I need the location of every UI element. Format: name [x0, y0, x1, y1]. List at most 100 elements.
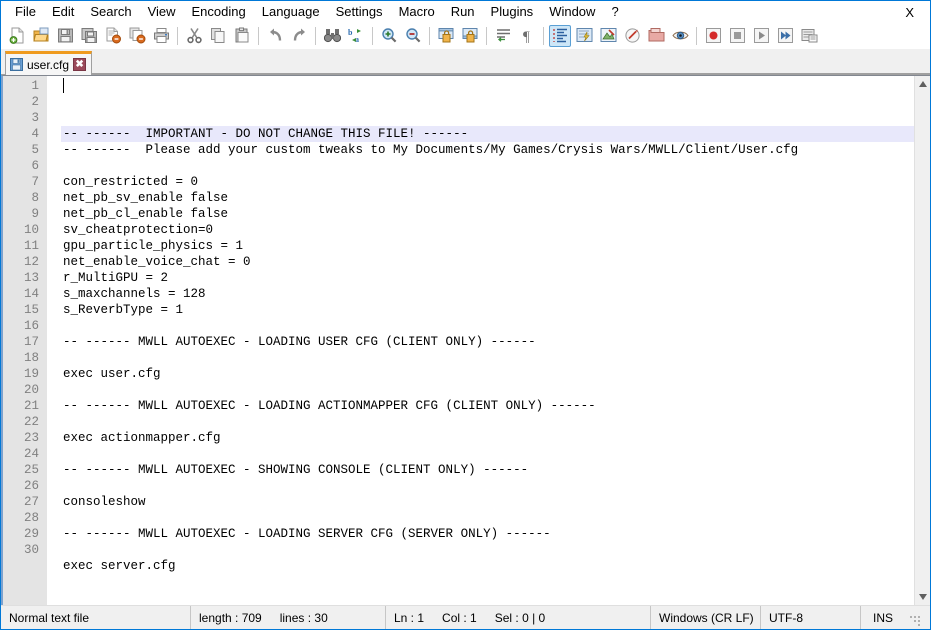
code-line[interactable]: net_enable_voice_chat = 0	[61, 254, 914, 270]
menu-item-settings[interactable]: Settings	[328, 2, 391, 22]
tab-close-icon[interactable]: ✖	[73, 58, 87, 71]
code-line[interactable]: gpu_particle_physics = 1	[61, 238, 914, 254]
code-line[interactable]: ​	[61, 350, 914, 366]
undo-button[interactable]	[264, 25, 286, 47]
document-map-button[interactable]	[621, 25, 643, 47]
scroll-up-arrow-icon[interactable]	[915, 76, 930, 92]
zoom-out-button[interactable]	[402, 25, 424, 47]
menu-item-file[interactable]: File	[7, 2, 44, 22]
code-line[interactable]: ​	[61, 382, 914, 398]
save-floppy-icon	[10, 58, 23, 71]
play-macro-button[interactable]	[750, 25, 772, 47]
new-file-button[interactable]	[6, 25, 28, 47]
code-line[interactable]: ​	[61, 590, 914, 605]
sync-horizontal-scroll-button[interactable]	[459, 25, 481, 47]
menu-item-edit[interactable]: Edit	[44, 2, 82, 22]
fold-margin[interactable]	[47, 76, 61, 605]
show-all-characters-button[interactable]	[549, 24, 571, 47]
scrollbar-track[interactable]	[915, 92, 930, 589]
menu-item-language[interactable]: Language	[254, 2, 328, 22]
status-eol-format[interactable]: Windows (CR LF)	[651, 606, 761, 629]
code-line[interactable]: net_pb_cl_enable false	[61, 206, 914, 222]
status-encoding[interactable]: UTF-8	[761, 606, 861, 629]
code-line[interactable]: exec server.cfg	[61, 558, 914, 574]
print-button[interactable]	[150, 25, 172, 47]
menu-item-plugins[interactable]: Plugins	[483, 2, 542, 22]
record-macro-button[interactable]	[702, 25, 724, 47]
code-line[interactable]: ​	[61, 446, 914, 462]
tab-user-cfg[interactable]: user.cfg ✖	[5, 51, 93, 75]
save-macro-button[interactable]	[798, 25, 820, 47]
status-length-lines: length : 709 lines : 30	[191, 606, 386, 629]
save-all-button[interactable]	[78, 25, 100, 47]
word-wrap-button[interactable]	[492, 25, 514, 47]
paste-button[interactable]	[231, 25, 253, 47]
document-map-icon	[624, 27, 641, 44]
find-button[interactable]	[321, 25, 343, 47]
code-line[interactable]: exec user.cfg	[61, 366, 914, 382]
menu-item-window[interactable]: Window	[541, 2, 603, 22]
line-number: 16	[23, 319, 39, 333]
sync-vertical-scroll-button[interactable]	[435, 25, 457, 47]
code-line[interactable]: net_pb_sv_enable false	[61, 190, 914, 206]
zoom-in-button[interactable]	[378, 25, 400, 47]
open-file-button[interactable]	[30, 25, 52, 47]
vertical-scrollbar[interactable]	[914, 76, 930, 605]
code-line[interactable]: -- ------ MWLL AUTOEXEC - LOADING SERVER…	[61, 526, 914, 542]
copy-button[interactable]	[207, 25, 229, 47]
show-all-characters-icon	[552, 27, 569, 44]
window-close-button[interactable]: X	[899, 3, 920, 22]
code-line[interactable]: ​	[61, 510, 914, 526]
stop-macro-button[interactable]	[726, 25, 748, 47]
code-text-area[interactable]: -- ------ IMPORTANT - DO NOT CHANGE THIS…	[61, 76, 914, 605]
close-all-files-button[interactable]	[126, 25, 148, 47]
code-line[interactable]: -- ------ MWLL AUTOEXEC - SHOWING CONSOL…	[61, 462, 914, 478]
menu-item-help[interactable]: ?	[603, 2, 626, 22]
function-list-button[interactable]	[645, 25, 667, 47]
code-line[interactable]: -- ------ IMPORTANT - DO NOT CHANGE THIS…	[61, 126, 914, 142]
menu-item-macro[interactable]: Macro	[391, 2, 443, 22]
code-line[interactable]: exec actionmapper.cfg	[61, 430, 914, 446]
code-line[interactable]: -- ------ MWLL AUTOEXEC - LOADING ACTION…	[61, 398, 914, 414]
show-paragraph-marks-button[interactable]: ¶	[516, 25, 538, 47]
show-indent-guide-button[interactable]	[573, 25, 595, 47]
status-file-type: Normal text file	[1, 606, 191, 629]
toolbar: b a ¶	[1, 23, 930, 49]
code-line[interactable]: s_ReverbType = 1	[61, 302, 914, 318]
code-line[interactable]: consoleshow	[61, 494, 914, 510]
code-line[interactable]: ​	[61, 478, 914, 494]
close-file-button[interactable]	[102, 25, 124, 47]
code-line[interactable]: r_MultiGPU = 2	[61, 270, 914, 286]
menu-item-view[interactable]: View	[140, 2, 184, 22]
pilcrow-icon: ¶	[519, 27, 536, 44]
resize-grip-icon[interactable]	[905, 606, 923, 629]
code-line[interactable]: ​	[61, 318, 914, 334]
line-number: 5	[31, 143, 39, 157]
code-line[interactable]: ​	[61, 574, 914, 590]
code-line[interactable]: sv_cheatprotection=0	[61, 222, 914, 238]
monitoring-button[interactable]	[669, 25, 691, 47]
scroll-down-arrow-icon[interactable]	[915, 589, 930, 605]
code-line[interactable]: ​	[61, 542, 914, 558]
play-macro-multiple-button[interactable]	[774, 25, 796, 47]
code-line[interactable]: ​	[61, 414, 914, 430]
status-insert-mode[interactable]: INS	[861, 606, 905, 629]
code-line[interactable]: -- ------ Please add your custom tweaks …	[61, 142, 914, 158]
menu-item-run[interactable]: Run	[443, 2, 483, 22]
line-number: 12	[23, 255, 39, 269]
replace-button[interactable]: b a	[345, 25, 367, 47]
editor-area: 1 2 3 4 5 6 7 8 9 10 11 12 13 14 15 16 17 18 19 20 21 22 23 24 2…	[1, 75, 930, 605]
menu-item-encoding[interactable]: Encoding	[184, 2, 254, 22]
code-line[interactable]: -- ------ MWLL AUTOEXEC - LOADING USER C…	[61, 334, 914, 350]
code-line[interactable]: ​	[61, 158, 914, 174]
code-line[interactable]: s_maxchannels = 128	[61, 286, 914, 302]
cut-icon	[186, 27, 203, 44]
redo-button[interactable]	[288, 25, 310, 47]
status-col: Col : 1	[442, 610, 477, 625]
cut-button[interactable]	[183, 25, 205, 47]
save-button[interactable]	[54, 25, 76, 47]
svg-text:¶: ¶	[523, 29, 530, 44]
menu-item-search[interactable]: Search	[82, 2, 139, 22]
user-defined-dialog-button[interactable]	[597, 25, 619, 47]
code-line[interactable]: con_restricted = 0	[61, 174, 914, 190]
